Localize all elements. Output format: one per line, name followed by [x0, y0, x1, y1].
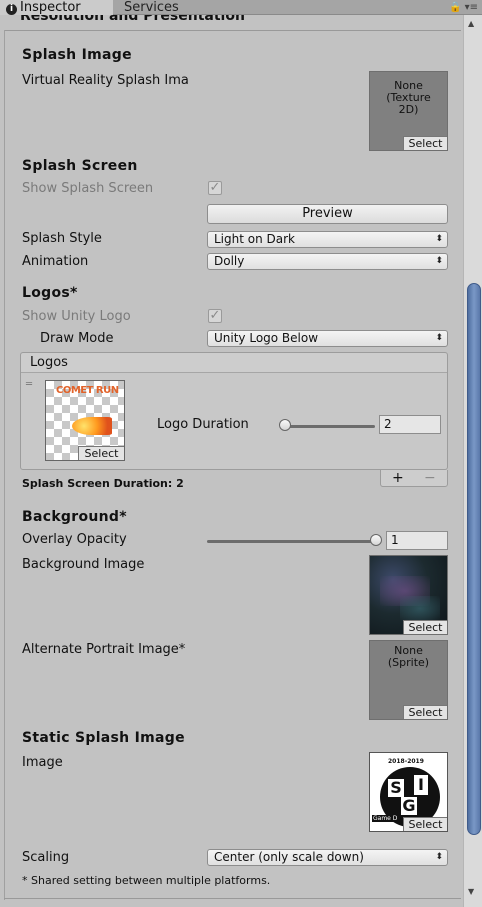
overlay-opacity-field[interactable]: 1: [386, 531, 448, 550]
background-heading: Background*: [22, 509, 127, 525]
scaling-label: Scaling: [22, 850, 70, 865]
animation-value: Dolly: [214, 254, 245, 268]
draw-mode-value: Unity Logo Below: [214, 331, 319, 345]
scaling-value: Center (only scale down): [214, 850, 364, 864]
add-logo-button[interactable]: +: [392, 471, 404, 485]
scroll-up-arrow-icon[interactable]: ▲: [468, 19, 474, 28]
sig-logo-letter-i: I: [414, 775, 428, 795]
logo-duration-slider-thumb[interactable]: [279, 419, 291, 431]
background-image-label: Background Image: [22, 557, 145, 572]
scroll-down-arrow-icon[interactable]: ▼: [468, 887, 474, 896]
logos-list-header: Logos: [21, 353, 447, 373]
tab-inspector-label: Inspector: [20, 0, 81, 15]
alternate-portrait-slot[interactable]: None (Sprite) Select: [369, 640, 448, 720]
preview-button[interactable]: Preview: [207, 204, 448, 224]
alternate-portrait-select-button[interactable]: Select: [403, 705, 447, 719]
scaling-dropdown[interactable]: Center (only scale down) ⬍: [207, 849, 448, 866]
updown-arrow-icon: ⬍: [435, 852, 443, 862]
show-unity-logo-label: Show Unity Logo: [22, 309, 131, 324]
scrollbar-thumb[interactable]: [467, 283, 481, 835]
vertical-scrollbar[interactable]: ▲ ▼: [463, 15, 482, 907]
logo-duration-label: Logo Duration: [157, 417, 249, 432]
splash-style-label: Splash Style: [22, 231, 102, 246]
logos-add-remove: + −: [380, 470, 448, 487]
section-divider: [4, 30, 461, 31]
updown-arrow-icon: ⬍: [435, 234, 443, 244]
sig-logo-letter-s: S: [388, 779, 404, 797]
draw-mode-label: Draw Mode: [40, 331, 114, 346]
static-splash-select-button[interactable]: Select: [403, 817, 447, 831]
drag-handle-icon[interactable]: ═: [26, 380, 36, 390]
splash-screen-heading: Splash Screen: [22, 158, 138, 174]
show-splash-checkbox[interactable]: ✓: [208, 181, 222, 195]
lock-menu-icon[interactable]: 🔒 ▾≡: [449, 0, 478, 15]
inspector-content: Resolution and Presentation Splash Image…: [0, 15, 463, 907]
vr-splash-select-button[interactable]: Select: [403, 136, 447, 150]
background-image-select-button[interactable]: Select: [403, 620, 447, 634]
overlay-opacity-slider-thumb[interactable]: [370, 534, 382, 546]
info-icon: i: [6, 4, 17, 15]
static-splash-heading: Static Splash Image: [22, 730, 185, 746]
splash-image-heading: Splash Image: [22, 47, 132, 63]
vr-splash-value: None (Texture 2D): [386, 79, 431, 116]
overlay-opacity-label: Overlay Opacity: [22, 532, 127, 547]
vr-splash-label: Virtual Reality Splash Ima: [22, 73, 189, 88]
show-unity-logo-checkbox[interactable]: ✓: [208, 309, 222, 323]
logos-list: Logos ═ COMET RUN Select Logo Duration 2: [20, 352, 448, 470]
splash-style-dropdown[interactable]: Light on Dark ⬍: [207, 231, 448, 248]
alternate-portrait-label: Alternate Portrait Image*: [22, 642, 186, 657]
static-splash-image-slot[interactable]: 2018-2019 S I G Game D Select: [369, 752, 448, 832]
shared-setting-footnote: * Shared setting between multiple platfo…: [22, 874, 271, 887]
show-splash-label: Show Splash Screen: [22, 181, 154, 196]
nebula-glow-image: [400, 596, 440, 621]
comet-flame-image: [72, 417, 112, 435]
animation-label: Animation: [22, 254, 89, 269]
logos-heading: Logos*: [22, 285, 78, 301]
splash-duration-total: Splash Screen Duration: 2: [22, 477, 184, 490]
logos-list-title: Logos: [30, 355, 68, 370]
remove-logo-button[interactable]: −: [424, 471, 436, 485]
animation-dropdown[interactable]: Dolly ⬍: [207, 253, 448, 270]
section-title: Resolution and Presentation: [20, 15, 245, 24]
tab-bar: i Inspector Services 🔒 ▾≡: [0, 0, 482, 15]
frame-bottom-border: [4, 898, 461, 899]
logo-duration-slider-track[interactable]: [285, 425, 375, 428]
updown-arrow-icon: ⬍: [435, 256, 443, 266]
logo-sprite-text: COMET RUN: [56, 385, 119, 396]
logo-duration-field[interactable]: 2: [379, 415, 441, 434]
updown-arrow-icon: ⬍: [435, 333, 443, 343]
sig-logo-letter-g: G: [401, 796, 417, 815]
logo-sprite-slot[interactable]: COMET RUN Select: [45, 380, 125, 461]
splash-style-value: Light on Dark: [214, 232, 295, 246]
alternate-portrait-value: None (Sprite): [387, 644, 430, 669]
draw-mode-dropdown[interactable]: Unity Logo Below ⬍: [207, 330, 448, 347]
tab-services[interactable]: Services: [118, 0, 185, 15]
static-image-label: Image: [22, 755, 63, 770]
overlay-opacity-slider-track[interactable]: [207, 540, 376, 543]
sig-logo-subtitle: Game D: [372, 815, 399, 822]
tab-inspector[interactable]: i Inspector: [0, 0, 113, 15]
tab-services-label: Services: [124, 0, 179, 15]
frame-left-border: [4, 30, 5, 900]
vr-splash-image-slot[interactable]: None (Texture 2D) Select: [369, 71, 448, 151]
sig-logo-caption: 2018-2019: [388, 758, 424, 765]
background-image-slot[interactable]: Select: [369, 555, 448, 635]
logo-select-button[interactable]: Select: [78, 446, 124, 460]
